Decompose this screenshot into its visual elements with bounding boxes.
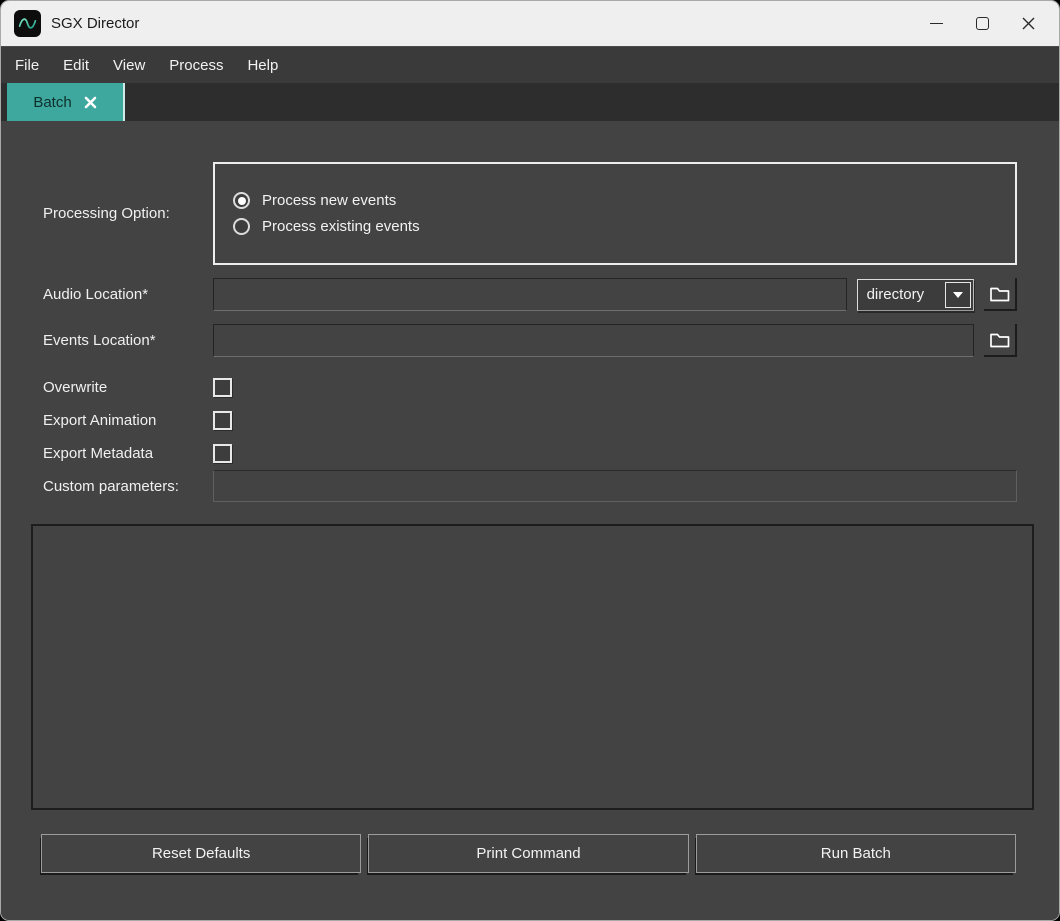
close-button[interactable] <box>1005 1 1051 46</box>
reset-defaults-button[interactable]: Reset Defaults <box>41 834 361 873</box>
export-animation-label: Export Animation <box>43 412 213 429</box>
export-animation-checkbox[interactable] <box>213 411 232 430</box>
minimize-button[interactable] <box>913 1 959 46</box>
chevron-down-icon <box>953 292 963 298</box>
radio-label-process-existing: Process existing events <box>262 218 420 235</box>
audio-location-input[interactable] <box>213 278 847 311</box>
maximize-icon <box>976 17 989 30</box>
audio-location-browse-button[interactable] <box>984 278 1017 311</box>
tab-close-button[interactable] <box>84 96 97 109</box>
app-window: SGX Director File Edit View Process Help… <box>0 0 1060 921</box>
maximize-button[interactable] <box>959 1 1005 46</box>
radio-process-existing-events[interactable]: Process existing events <box>233 218 1015 235</box>
menubar: File Edit View Process Help <box>1 46 1059 83</box>
tab-batch-label: Batch <box>33 94 71 111</box>
audio-location-type-value: directory <box>858 286 946 303</box>
radio-process-new-events[interactable]: Process new events <box>233 192 1015 209</box>
tab-batch[interactable]: Batch <box>7 83 125 121</box>
titlebar: SGX Director <box>1 1 1059 46</box>
batch-output-log[interactable] <box>31 524 1034 810</box>
print-command-button[interactable]: Print Command <box>368 834 688 873</box>
folder-icon <box>989 285 1011 303</box>
export-metadata-checkbox[interactable] <box>213 444 232 463</box>
menu-view[interactable]: View <box>101 47 157 84</box>
folder-icon <box>989 331 1011 349</box>
radio-icon-process-existing[interactable] <box>233 218 250 235</box>
export-metadata-label: Export Metadata <box>43 445 213 462</box>
menu-file[interactable]: File <box>3 47 51 84</box>
close-icon <box>1021 16 1036 31</box>
action-button-row: Reset Defaults Print Command Run Batch <box>41 834 1016 873</box>
menu-process[interactable]: Process <box>157 47 235 84</box>
menu-help[interactable]: Help <box>235 47 290 84</box>
window-title: SGX Director <box>51 15 139 32</box>
radio-icon-process-new[interactable] <box>233 192 250 209</box>
audio-location-label: Audio Location* <box>43 286 213 303</box>
events-location-browse-button[interactable] <box>984 324 1017 357</box>
custom-parameters-label: Custom parameters: <box>43 478 213 495</box>
overwrite-label: Overwrite <box>43 379 213 396</box>
tab-bar: Batch <box>1 83 1059 121</box>
audio-location-type-select[interactable]: directory <box>857 279 975 311</box>
processing-option-group: Process new events Process existing even… <box>213 162 1017 265</box>
overwrite-checkbox[interactable] <box>213 378 232 397</box>
app-logo-icon <box>14 10 41 37</box>
minimize-icon <box>930 23 943 24</box>
run-batch-button[interactable]: Run Batch <box>696 834 1016 873</box>
events-location-input[interactable] <box>213 324 974 357</box>
tab-close-icon <box>84 96 97 109</box>
events-location-label: Events Location* <box>43 332 213 349</box>
combo-dropdown-button[interactable] <box>945 282 971 308</box>
custom-parameters-input[interactable] <box>213 470 1017 502</box>
menu-edit[interactable]: Edit <box>51 47 101 84</box>
processing-option-label: Processing Option: <box>43 205 213 222</box>
batch-panel: Processing Option: Process new events Pr… <box>1 121 1059 920</box>
radio-label-process-new: Process new events <box>262 192 396 209</box>
